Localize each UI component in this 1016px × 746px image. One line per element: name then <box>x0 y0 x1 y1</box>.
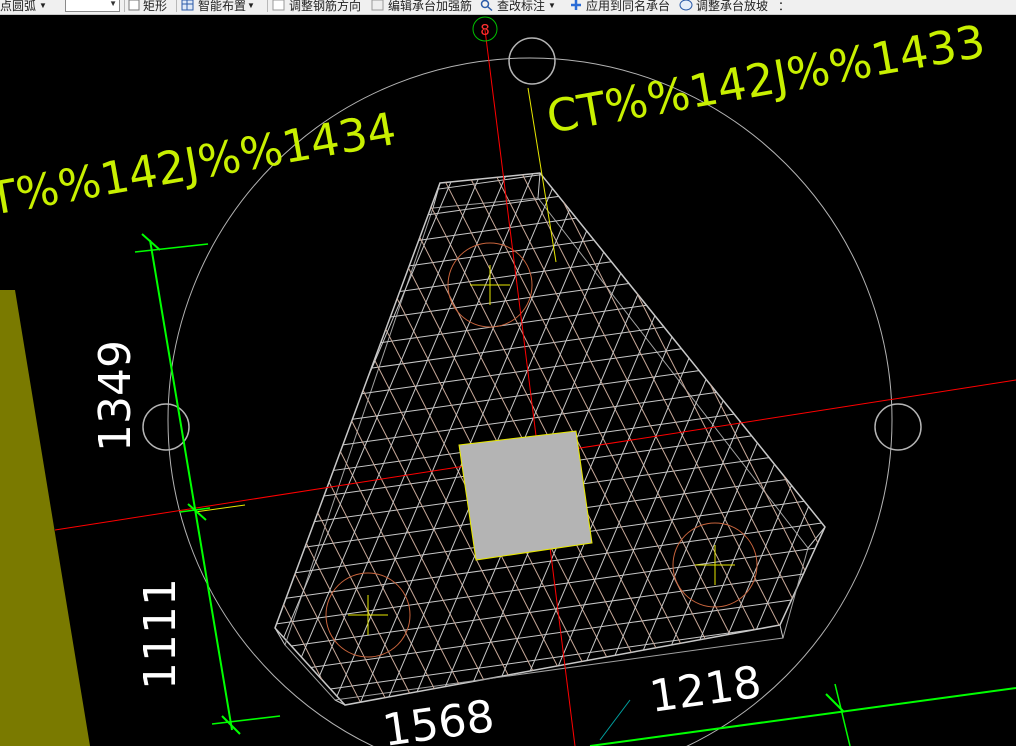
toolbar-overflow-button[interactable]: ： <box>778 0 790 14</box>
arc-mode-label: 点圆弧 <box>0 0 37 13</box>
magnifier-icon <box>480 0 493 11</box>
chevron-down-icon: ▼ <box>109 0 117 8</box>
edit-reinforcement-label: 编辑承台加强筋 <box>388 0 473 13</box>
slope-icon <box>679 0 693 11</box>
value-combo-box[interactable]: ▼ <box>65 0 120 12</box>
apply-same-name-button[interactable]: 应用到同名承台 <box>569 0 670 14</box>
checkbox-icon <box>128 0 140 11</box>
smart-layout-button[interactable]: 智能布置 ▼ <box>181 0 255 14</box>
dropdown-arrow-icon: ▼ <box>247 0 255 10</box>
cad-canvas[interactable]: 8 T%%142J%%1434 CT%%142J%%1433 1349 1111… <box>0 15 1016 746</box>
rectangle-label: 矩形 <box>143 0 168 13</box>
adjust-rebar-direction-button[interactable]: 调整钢筋方向 <box>272 0 361 14</box>
view-annotation-label: 查改标注 <box>497 0 546 13</box>
adjust-rebar-direction-label: 调整钢筋方向 <box>289 0 362 13</box>
adjust-slope-button[interactable]: 调整承台放坡 <box>679 0 768 14</box>
rectangle-button[interactable]: 矩形 <box>128 0 167 14</box>
toolbar: 点圆弧 ▼ ▼ 矩形 智能布置 ▼ 调整钢筋方向 编辑承台加强筋 查改标注 ▼ … <box>0 0 1016 15</box>
axis-label: 8 <box>480 21 490 39</box>
toolbar-divider <box>267 0 268 12</box>
dimension-text-left-upper[interactable]: 1349 <box>90 340 141 452</box>
toolbar-divider <box>124 0 125 12</box>
toolbar-divider <box>176 0 177 12</box>
edit-reinforcement-button[interactable]: 编辑承台加强筋 <box>371 0 472 14</box>
arc-mode-item[interactable]: 点圆弧 ▼ <box>0 0 47 14</box>
drawing-canvas-area[interactable]: 8 T%%142J%%1434 CT%%142J%%1433 1349 1111… <box>0 15 1016 746</box>
overflow-glyph: ： <box>778 0 791 13</box>
smart-layout-label: 智能布置 <box>198 0 247 13</box>
grid-layout-icon <box>181 0 194 11</box>
dimension-text-left-lower[interactable]: 1111 <box>135 578 186 690</box>
dropdown-arrow-icon: ▼ <box>548 0 556 10</box>
adjust-slope-label: 调整承台放坡 <box>696 0 769 13</box>
cad-app-window: 点圆弧 ▼ ▼ 矩形 智能布置 ▼ 调整钢筋方向 编辑承台加强筋 查改标注 ▼ … <box>0 0 1016 746</box>
column-rectangle[interactable] <box>458 430 593 561</box>
plus-icon <box>571 0 581 10</box>
edit-rebar-icon <box>371 0 384 11</box>
dropdown-arrow-icon: ▼ <box>39 0 47 10</box>
apply-same-name-label: 应用到同名承台 <box>586 0 671 13</box>
view-annotation-button[interactable]: 查改标注 ▼ <box>480 0 556 14</box>
rebar-direction-icon <box>272 0 285 11</box>
